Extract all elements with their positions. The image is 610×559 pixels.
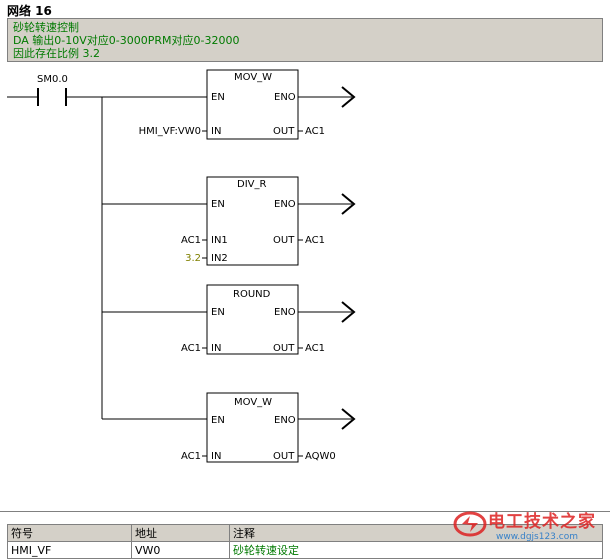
cell-address[interactable]: VW0 xyxy=(131,541,230,559)
watermark-url: www.dgjs123.com xyxy=(496,532,578,542)
header-address: 地址 xyxy=(131,524,230,542)
in-operand[interactable]: AC1 xyxy=(181,451,201,462)
eno-pin: ENO xyxy=(274,307,296,318)
block-title: DIV_R xyxy=(237,179,266,190)
out-operand[interactable]: AC1 xyxy=(305,126,325,137)
contact-sm0-0[interactable]: SM0.0 xyxy=(37,74,68,106)
en-pin: EN xyxy=(211,415,225,426)
out-operand[interactable]: AC1 xyxy=(305,235,325,246)
block-title: ROUND xyxy=(233,289,271,300)
eno-pin: ENO xyxy=(274,92,296,103)
out-pin: OUT xyxy=(273,235,295,246)
block-title: MOV_W xyxy=(234,72,272,83)
in-pin: IN xyxy=(211,343,221,354)
watermark-logo: 电工技术之家 www.dgjs123.com xyxy=(452,504,604,554)
block-mov-w-1[interactable]: MOV_W EN ENO IN OUT HMI_VF:VW0 AC1 xyxy=(139,69,356,140)
in-operand[interactable]: AC1 xyxy=(181,343,201,354)
in2-operand[interactable]: 3.2 xyxy=(185,253,201,264)
contact-label: SM0.0 xyxy=(37,74,68,85)
out-pin: OUT xyxy=(273,126,295,137)
header-symbol: 符号 xyxy=(7,524,132,542)
out-pin: OUT xyxy=(273,343,295,354)
block-mov-w-2[interactable]: MOV_W EN ENO IN OUT AC1 AQW0 xyxy=(181,392,356,463)
in1-operand[interactable]: AC1 xyxy=(181,235,201,246)
out-operand[interactable]: AQW0 xyxy=(305,451,336,462)
eno-pin: ENO xyxy=(274,415,296,426)
out-operand[interactable]: AC1 xyxy=(305,343,325,354)
out-pin: OUT xyxy=(273,451,295,462)
in-pin: IN xyxy=(211,126,221,137)
block-round[interactable]: ROUND EN ENO IN OUT AC1 AC1 xyxy=(181,284,356,355)
en-pin: EN xyxy=(211,307,225,318)
block-title: MOV_W xyxy=(234,397,272,408)
in2-pin: IN2 xyxy=(211,253,228,264)
en-pin: EN xyxy=(211,199,225,210)
ladder-diagram: SM0.0 MOV_W EN ENO IN OUT HMI_VF:VW0 AC1… xyxy=(7,69,356,463)
in-operand[interactable]: HMI_VF:VW0 xyxy=(139,126,201,137)
in1-pin: IN1 xyxy=(211,235,228,246)
logo-icon xyxy=(453,511,487,537)
block-div-r[interactable]: DIV_R EN ENO IN1 IN2 OUT AC1 3.2 AC1 xyxy=(181,176,356,266)
cell-symbol[interactable]: HMI_VF xyxy=(7,541,132,559)
watermark-brand: 电工技术之家 xyxy=(488,512,596,532)
eno-pin: ENO xyxy=(274,199,296,210)
in-pin: IN xyxy=(211,451,221,462)
en-pin: EN xyxy=(211,92,225,103)
